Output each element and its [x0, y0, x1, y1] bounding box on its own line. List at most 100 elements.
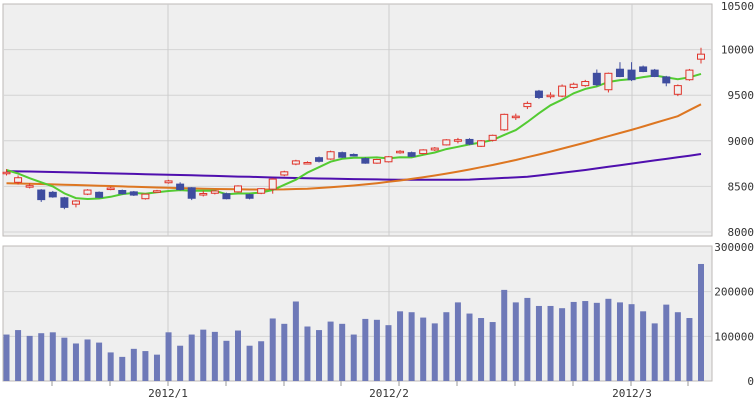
volume-bar — [38, 333, 44, 381]
candle-body — [246, 195, 253, 199]
month-label: 2012/3 — [612, 387, 652, 400]
volume-bar — [571, 302, 577, 381]
volume-axis-label: 100000 — [714, 330, 754, 343]
volume-bar — [108, 352, 114, 381]
candle-body — [130, 192, 137, 195]
volume-bar — [397, 311, 403, 381]
volume-bar — [293, 301, 299, 381]
volume-bar — [548, 306, 554, 381]
volume-axis-label: 300000 — [714, 241, 754, 254]
volume-bar — [698, 264, 704, 381]
volume-bar — [281, 324, 287, 381]
candle-body — [200, 194, 207, 196]
candle-body — [107, 188, 114, 190]
volume-bar — [61, 338, 67, 381]
candle-body — [165, 181, 172, 183]
price-axis-label: 10500 — [721, 0, 754, 13]
candle-body — [84, 190, 91, 194]
candle-body — [142, 194, 149, 199]
volume-bar — [27, 336, 33, 381]
volume-bar — [316, 330, 322, 381]
volume-bar — [339, 324, 345, 381]
month-label: 2012/2 — [369, 387, 409, 400]
candle-body — [316, 158, 323, 162]
candle-body — [593, 73, 600, 84]
volume-bar — [119, 357, 125, 381]
price-panel-background — [3, 4, 712, 236]
candle-body — [235, 186, 242, 192]
candle-body — [373, 159, 380, 163]
volume-bar — [328, 322, 334, 381]
candle-body — [397, 151, 404, 153]
volume-bar — [200, 330, 206, 381]
volume-bar — [235, 331, 241, 381]
candle-body — [535, 91, 542, 97]
candle-body — [524, 103, 531, 106]
volume-bar — [247, 346, 253, 381]
volume-bar — [686, 318, 692, 381]
candle-body — [15, 178, 22, 183]
volume-bar — [385, 325, 391, 381]
volume-bar — [15, 330, 21, 381]
volume-bar — [154, 355, 160, 381]
candle-body — [582, 82, 589, 86]
candle-body — [350, 154, 357, 156]
candle-body — [466, 139, 473, 144]
candle-body — [651, 70, 658, 76]
volume-bar — [258, 341, 264, 381]
volume-bar — [85, 339, 91, 381]
month-label: 2012/1 — [148, 387, 188, 400]
candle-body — [258, 189, 265, 194]
price-axis-label: 9000 — [728, 135, 755, 148]
candle-body — [605, 73, 612, 89]
candle-body — [153, 191, 160, 193]
candle-body — [489, 135, 496, 140]
candle-body — [454, 140, 461, 142]
candle-body — [570, 84, 577, 87]
candle-body — [512, 116, 519, 118]
volume-bar — [4, 335, 10, 381]
volume-bar — [177, 346, 183, 381]
price-axis-label: 8000 — [728, 226, 755, 239]
candle-body — [385, 157, 392, 162]
candle-body — [559, 86, 566, 96]
price-axis-label: 9500 — [728, 89, 755, 102]
volume-bar — [212, 332, 218, 381]
volume-bar — [351, 335, 357, 381]
candle-body — [616, 69, 623, 76]
candle-body — [211, 191, 218, 193]
volume-bar — [617, 302, 623, 381]
candle-body — [61, 198, 68, 208]
price-axis-label: 8500 — [728, 180, 755, 193]
price-axis-label: 10000 — [721, 44, 754, 57]
candle-body — [362, 159, 369, 164]
candle-body — [304, 163, 311, 165]
candle-body — [443, 140, 450, 145]
volume-bar — [536, 306, 542, 381]
candle-body — [269, 179, 276, 189]
candle-body — [478, 141, 485, 146]
candlestick-volume-chart: 10500 10000 9500 9000 8500 8000 300000 200000 10… — [0, 0, 755, 400]
volume-axis-label: 200000 — [714, 286, 754, 299]
volume-bar — [513, 302, 519, 381]
volume-bar — [96, 343, 102, 381]
volume-bar — [443, 312, 449, 381]
candle-body — [698, 54, 705, 59]
volume-bar — [663, 305, 669, 381]
candle-body — [663, 77, 670, 83]
candle-body — [72, 201, 79, 204]
candle-body — [292, 161, 299, 164]
volume-bar — [582, 301, 588, 381]
candle-body — [281, 172, 288, 175]
candle-body — [628, 70, 635, 80]
candle-body — [339, 153, 346, 158]
volume-bar — [605, 299, 611, 381]
candle-body — [188, 188, 195, 198]
volume-bar — [223, 341, 229, 381]
volume-bar — [50, 332, 56, 381]
volume-bar — [304, 327, 310, 381]
candle-body — [49, 192, 56, 197]
candle-body — [408, 153, 415, 157]
volume-bar — [467, 314, 473, 381]
volume-bar — [270, 318, 276, 381]
